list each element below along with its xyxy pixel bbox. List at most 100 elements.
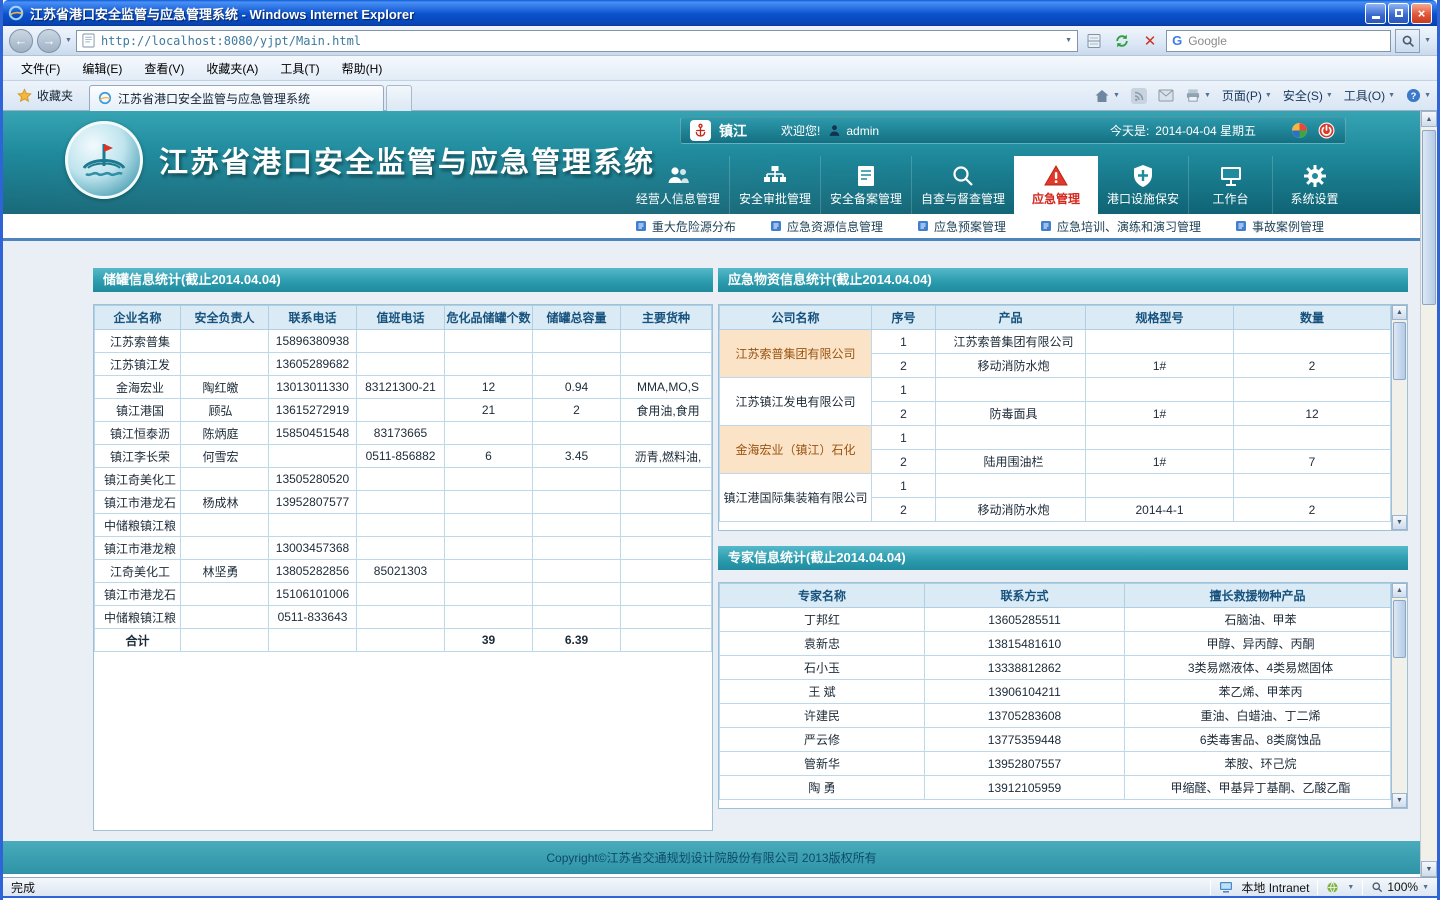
scroll-down-icon[interactable]: ▼ bbox=[1392, 515, 1407, 530]
table-row[interactable]: 丁邦红13605285511石脑油、甲苯 bbox=[720, 608, 1391, 632]
nav-port-security[interactable]: 港口设施保安 bbox=[1098, 156, 1188, 214]
table-cell bbox=[533, 560, 621, 583]
feeds-button[interactable] bbox=[1131, 88, 1147, 104]
tab-active[interactable]: 江苏省港口安全监管与应急管理系统 bbox=[89, 85, 384, 111]
table-row[interactable]: 镇江港国顾弘13615272919212食用油,食用 bbox=[95, 399, 712, 422]
main-nav: 经营人信息管理 安全审批管理 安全备案管理 自查与督查管理 bbox=[627, 156, 1356, 214]
nav-workbench[interactable]: 工作台 bbox=[1188, 156, 1272, 214]
page-menu-button[interactable]: 页面(P) ▼ bbox=[1222, 87, 1272, 104]
back-button[interactable]: ← bbox=[9, 29, 33, 53]
table-row[interactable]: 镇江李长荣何雪宏0511-85688263.45沥青,燃料油, bbox=[95, 445, 712, 468]
search-options-caret-icon[interactable]: ▼ bbox=[1424, 37, 1431, 44]
table-row[interactable]: 陶 勇13912105959甲缩醛、甲基异丁基酮、乙酸乙酯 bbox=[720, 776, 1391, 800]
tools-menu-button[interactable]: 工具(O) ▼ bbox=[1344, 87, 1395, 104]
scroll-down-icon[interactable]: ▼ bbox=[1421, 861, 1437, 877]
table-cell: 江苏索普集团有限公司 bbox=[936, 330, 1086, 354]
tab-new-stub[interactable] bbox=[386, 85, 412, 111]
table-row[interactable]: 镇江奇美化工13505280520 bbox=[95, 468, 712, 491]
search-button[interactable] bbox=[1395, 29, 1420, 53]
address-field[interactable]: http://localhost:8080/yjpt/Main.html ▼ bbox=[76, 30, 1078, 52]
scroll-up-icon[interactable]: ▲ bbox=[1392, 583, 1407, 598]
submenu-emergency-plans[interactable]: 应急预案管理 bbox=[917, 218, 1006, 235]
mode-caret-icon[interactable]: ▼ bbox=[1347, 884, 1354, 891]
submenu-emergency-resources[interactable]: 应急资源信息管理 bbox=[770, 218, 883, 235]
menu-file[interactable]: 文件(F) bbox=[11, 57, 70, 80]
table-row[interactable]: 镇江市港龙石杨成林13952807577 bbox=[95, 491, 712, 514]
scroll-up-icon[interactable]: ▲ bbox=[1392, 305, 1407, 320]
scroll-thumb[interactable] bbox=[1393, 322, 1406, 380]
scroll-thumb[interactable] bbox=[1393, 600, 1406, 658]
search-box[interactable]: G Google bbox=[1166, 30, 1391, 52]
forward-button[interactable]: → bbox=[37, 29, 61, 53]
supplies-scrollbar[interactable]: ▲ ▼ bbox=[1391, 305, 1407, 530]
compatibility-view-button[interactable] bbox=[1082, 29, 1106, 53]
page-scrollbar[interactable]: ▲ ▼ bbox=[1420, 111, 1437, 877]
menu-view[interactable]: 查看(V) bbox=[134, 57, 194, 80]
table-row[interactable]: 中储粮镇江粮 bbox=[95, 514, 712, 537]
address-dropdown-caret-icon[interactable]: ▼ bbox=[1065, 37, 1072, 44]
zoom-control[interactable]: 100% ▼ bbox=[1371, 880, 1429, 894]
table-row[interactable]: 镇江市港龙石15106101006 bbox=[95, 583, 712, 606]
table-row[interactable]: 江苏镇江发电有限公司1 bbox=[720, 378, 1391, 402]
column-header: 序号 bbox=[872, 306, 936, 330]
table-row[interactable]: 金海宏业陶红皦1301301133083121300-21120.94MMA,M… bbox=[95, 376, 712, 399]
nav-self-inspection[interactable]: 自查与督查管理 bbox=[911, 156, 1014, 214]
table-cell bbox=[621, 491, 712, 514]
table-row[interactable]: 许建民13705283608重油、白蜡油、丁二烯 bbox=[720, 704, 1391, 728]
scroll-down-icon[interactable]: ▼ bbox=[1392, 793, 1407, 808]
table-row[interactable]: 金海宏业（镇江）石化1 bbox=[720, 426, 1391, 450]
page-mode-icon[interactable] bbox=[1326, 881, 1339, 894]
refresh-button[interactable] bbox=[1110, 29, 1134, 53]
table-row[interactable]: 江奇美化工林坚勇1380528285685021303 bbox=[95, 560, 712, 583]
mail-button[interactable] bbox=[1158, 89, 1174, 102]
print-caret-icon: ▼ bbox=[1204, 92, 1211, 99]
close-button[interactable]: × bbox=[1411, 3, 1432, 24]
table-cell: 12 bbox=[1234, 402, 1391, 426]
table-row[interactable]: 镇江恒泰沥陈炳庭1585045154883173665 bbox=[95, 422, 712, 445]
nav-system-settings[interactable]: 系统设置 bbox=[1272, 156, 1356, 214]
help-button[interactable]: ? ▼ bbox=[1406, 88, 1431, 103]
nav-emergency-management[interactable]: 应急管理 bbox=[1014, 156, 1098, 214]
table-row[interactable]: 镇江港国际集装箱有限公司1 bbox=[720, 474, 1391, 498]
print-button[interactable]: ▼ bbox=[1185, 88, 1211, 103]
safety-menu-button[interactable]: 安全(S) ▼ bbox=[1283, 87, 1333, 104]
table-row[interactable]: 袁新忠13815481610甲醇、异丙醇、丙酮 bbox=[720, 632, 1391, 656]
table-cell bbox=[936, 378, 1086, 402]
table-row[interactable]: 江苏镇江发13605289682 bbox=[95, 353, 712, 376]
menu-favorites[interactable]: 收藏夹(A) bbox=[196, 57, 268, 80]
logout-icon[interactable] bbox=[1317, 121, 1336, 140]
home-button[interactable]: ▼ bbox=[1094, 88, 1120, 104]
scroll-thumb[interactable] bbox=[1422, 130, 1436, 305]
restore-button[interactable] bbox=[1388, 3, 1409, 24]
nav-operator-info[interactable]: 经营人信息管理 bbox=[627, 156, 729, 214]
table-row[interactable]: 中储粮镇江粮0511-833643 bbox=[95, 606, 712, 629]
table-row[interactable]: 管新华13952807557苯胺、环己烷 bbox=[720, 752, 1391, 776]
submenu-training-drills[interactable]: 应急培训、演练和演习管理 bbox=[1040, 218, 1201, 235]
table-row[interactable]: 江苏索普集团有限公司1江苏索普集团有限公司 bbox=[720, 330, 1391, 354]
theme-icon[interactable] bbox=[1290, 121, 1309, 140]
experts-scrollbar[interactable]: ▲ ▼ bbox=[1391, 583, 1407, 808]
welcome-text: 欢迎您! bbox=[781, 122, 820, 139]
history-caret-icon[interactable]: ▼ bbox=[65, 37, 72, 44]
experts-table: 专家名称联系方式擅长救援物种产品 丁邦红13605285511石脑油、甲苯袁新忠… bbox=[719, 583, 1391, 800]
table-row[interactable]: 镇江市港龙粮13003457368 bbox=[95, 537, 712, 560]
svg-text:?: ? bbox=[1411, 91, 1417, 101]
nav-safety-record[interactable]: 安全备案管理 bbox=[820, 156, 911, 214]
menu-tools[interactable]: 工具(T) bbox=[270, 57, 329, 80]
table-cell: 1# bbox=[1086, 450, 1234, 474]
table-row[interactable]: 王 斌13906104211苯乙烯、甲苯丙 bbox=[720, 680, 1391, 704]
table-cell bbox=[445, 606, 533, 629]
submenu-accident-cases[interactable]: 事故案例管理 bbox=[1235, 218, 1324, 235]
table-row[interactable]: 石小玉133388128623类易燃液体、4类易燃固体 bbox=[720, 656, 1391, 680]
minimize-button[interactable] bbox=[1365, 3, 1386, 24]
menu-edit[interactable]: 编辑(E) bbox=[72, 57, 132, 80]
submenu-hazard-distribution[interactable]: 重大危险源分布 bbox=[635, 218, 736, 235]
table-row[interactable]: 江苏索普集15896380938 bbox=[95, 330, 712, 353]
favorites-button[interactable]: 收藏夹 bbox=[9, 84, 81, 107]
scroll-up-icon[interactable]: ▲ bbox=[1421, 111, 1437, 127]
table-cell: 防毒面具 bbox=[936, 402, 1086, 426]
menu-help[interactable]: 帮助(H) bbox=[332, 57, 393, 80]
stop-button[interactable]: ✕ bbox=[1138, 29, 1162, 53]
table-row[interactable]: 严云修137753594486类毒害品、8类腐蚀品 bbox=[720, 728, 1391, 752]
nav-safety-approval[interactable]: 安全审批管理 bbox=[729, 156, 820, 214]
